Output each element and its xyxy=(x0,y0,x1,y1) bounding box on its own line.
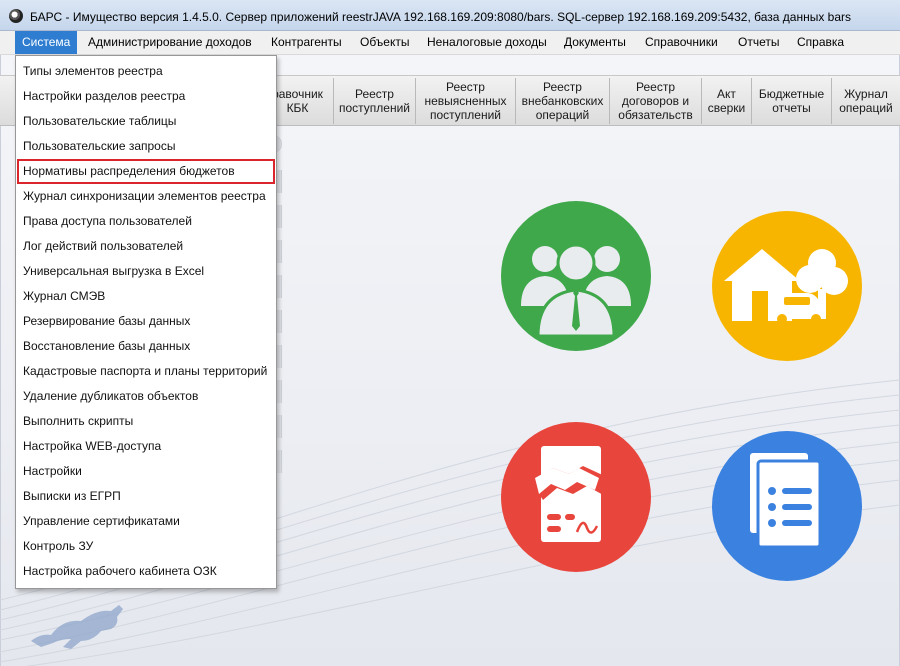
menu-item-land-control[interactable]: Контроль ЗУ xyxy=(17,534,275,559)
menu-item-remove-duplicates[interactable]: Удаление дубликатов объектов xyxy=(17,384,275,409)
menu-item-run-scripts[interactable]: Выполнить скрипты xyxy=(17,409,275,434)
menu-item-user-action-log[interactable]: Лог действий пользователей xyxy=(17,234,275,259)
menu-help[interactable]: Справка xyxy=(790,31,851,54)
menu-item-user-access-rights[interactable]: Права доступа пользователей xyxy=(17,209,275,234)
documents-list-icon xyxy=(750,453,822,549)
menu-directories[interactable]: Справочники xyxy=(638,31,725,54)
tile-contracts[interactable] xyxy=(501,422,651,572)
menu-item-excel-export[interactable]: Универсальная выгрузка в Excel xyxy=(17,259,275,284)
title-bar: БАРС - Имущество версия 1.4.5.0. Сервер … xyxy=(0,0,900,31)
toolbar-receipts-registry[interactable]: Реестр поступлений xyxy=(334,78,416,124)
tile-counterparties[interactable] xyxy=(501,201,651,351)
menu-item-budget-distribution-norms[interactable]: Нормативы распределения бюджетов xyxy=(17,159,275,184)
menu-bar: Система Администрирование доходов Контра… xyxy=(0,31,900,55)
menu-item-database-backup[interactable]: Резервирование базы данных xyxy=(17,309,275,334)
bars-app-icon xyxy=(9,9,23,23)
toolbar-operations-journal[interactable]: Журнал операций xyxy=(832,78,900,124)
menu-item-user-tables[interactable]: Пользовательские таблицы xyxy=(17,109,275,134)
people-group-icon xyxy=(521,243,631,338)
system-menu-dropdown: Типы элементов реестра Настройки раздело… xyxy=(15,55,277,589)
toolbar-nonbank-operations[interactable]: Реестр внебанковских операций xyxy=(516,78,610,124)
menu-item-user-queries[interactable]: Пользовательские запросы xyxy=(17,134,275,159)
toolbar-contracts-registry[interactable]: Реестр договоров и обязательств xyxy=(610,78,702,124)
contract-handshake-icon xyxy=(531,446,609,542)
tile-documents[interactable] xyxy=(712,431,862,581)
tile-objects[interactable] xyxy=(712,211,862,361)
menu-item-ozk-cabinet-settings[interactable]: Настройка рабочего кабинета ОЗК xyxy=(17,559,275,584)
menu-item-certificate-management[interactable]: Управление сертификатами xyxy=(17,509,275,534)
menu-item-element-types[interactable]: Типы элементов реестра xyxy=(17,59,275,84)
menu-item-egrp-extracts[interactable]: Выписки из ЕГРП xyxy=(17,484,275,509)
menu-item-section-settings[interactable]: Настройки разделов реестра xyxy=(17,84,275,109)
toolbar-budget-reports[interactable]: Бюджетные отчеты xyxy=(752,78,832,124)
menu-non-tax-income[interactable]: Неналоговые доходы xyxy=(420,31,554,54)
menu-counterparties[interactable]: Контрагенты xyxy=(264,31,349,54)
menu-item-cadastral-passports[interactable]: Кадастровые паспорта и планы территорий xyxy=(17,359,275,384)
menu-item-settings[interactable]: Настройки xyxy=(17,459,275,484)
menu-objects[interactable]: Объекты xyxy=(353,31,417,54)
toolbar-reconciliation-act[interactable]: Акт сверки xyxy=(702,78,752,124)
menu-item-database-restore[interactable]: Восстановление базы данных xyxy=(17,334,275,359)
menu-documents[interactable]: Документы xyxy=(557,31,633,54)
property-house-car-tree-icon xyxy=(724,249,848,324)
leopard-logo xyxy=(31,605,123,649)
menu-revenue-admin[interactable]: Администрирование доходов xyxy=(81,31,259,54)
window-title: БАРС - Имущество версия 1.4.5.0. Сервер … xyxy=(30,10,852,24)
menu-reports[interactable]: Отчеты xyxy=(731,31,786,54)
menu-system[interactable]: Система xyxy=(15,31,78,54)
menu-item-smev-journal[interactable]: Журнал СМЭВ xyxy=(17,284,275,309)
toolbar-unclarified-receipts[interactable]: Реестр невыясненных поступлений xyxy=(416,78,516,124)
menu-item-web-access-settings[interactable]: Настройка WEB-доступа xyxy=(17,434,275,459)
menu-item-sync-journal[interactable]: Журнал синхронизации элементов реестра xyxy=(17,184,275,209)
